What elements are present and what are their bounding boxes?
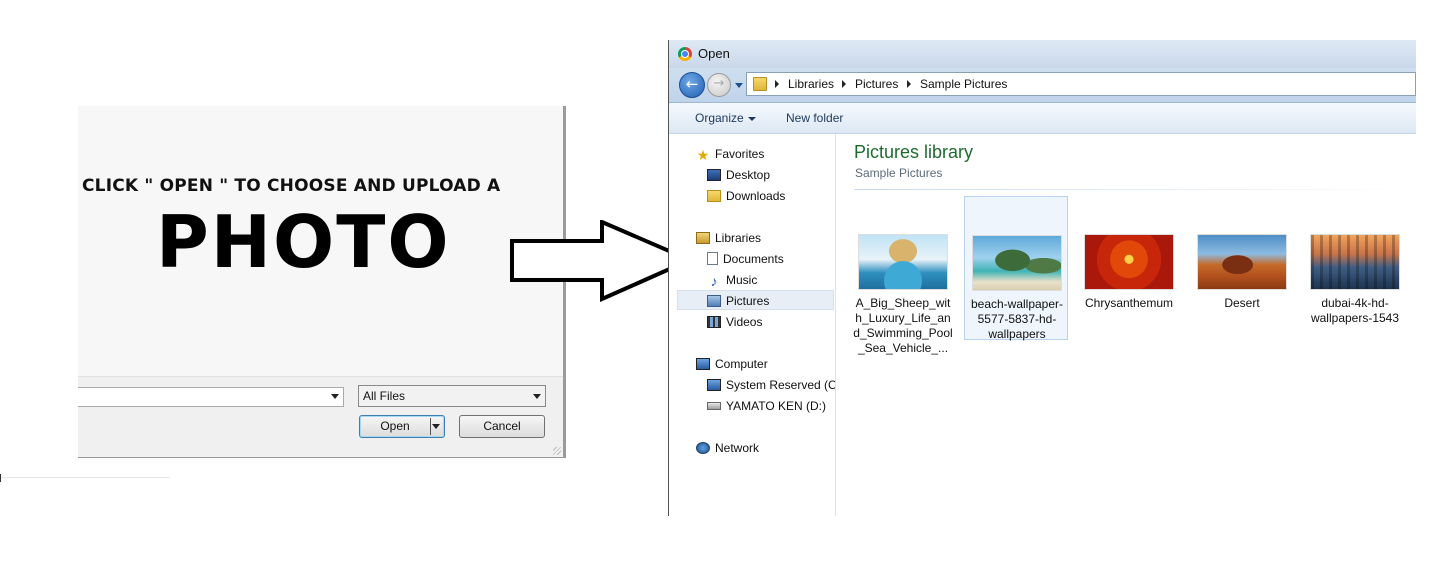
image-thumbnail <box>1084 234 1174 290</box>
nav-label: Documents <box>723 252 784 266</box>
chevron-down-icon[interactable] <box>533 394 541 399</box>
open-button[interactable]: Open <box>359 415 445 438</box>
split-divider <box>430 418 431 435</box>
open-button-label: Open <box>380 419 410 433</box>
nav-documents[interactable]: Documents <box>707 249 784 269</box>
nav-label: Videos <box>726 315 763 329</box>
nav-network[interactable]: Network <box>696 438 759 458</box>
resize-grip[interactable] <box>553 447 561 455</box>
file-tile[interactable]: A_Big_Sheep_with_Luxury_Life_and_Swimmin… <box>851 196 955 355</box>
divider <box>854 189 1416 190</box>
window-title: Open <box>698 46 730 61</box>
pictures-icon <box>707 295 721 307</box>
computer-icon <box>696 358 710 370</box>
image-thumbnail <box>1197 234 1287 290</box>
breadcrumb-separator-icon[interactable] <box>907 80 911 88</box>
nav-label: System Reserved (C: <box>726 378 835 392</box>
nav-label: Pictures <box>726 294 770 308</box>
library-icon <box>696 232 710 244</box>
nav-system-reserved[interactable]: System Reserved (C: <box>707 375 835 395</box>
desktop-icon <box>707 169 721 181</box>
downloads-icon <box>707 190 721 202</box>
star-icon: ★ <box>696 147 710 163</box>
instruction-text: CLICK " OPEN " TO CHOOSE AND UPLOAD A <box>82 176 501 196</box>
document-icon <box>707 252 718 265</box>
divider-tick <box>0 474 5 482</box>
nav-pictures[interactable]: Pictures <box>677 290 834 310</box>
nav-music[interactable]: ♪ Music <box>707 270 758 290</box>
library-subtitle: Sample Pictures <box>855 166 943 180</box>
dialog-footer: All Files Open Cancel <box>78 376 563 457</box>
file-name: Desert <box>1224 296 1260 310</box>
file-name: Chrysanthemum <box>1084 296 1174 310</box>
nav-favorites[interactable]: ★ Favorites <box>696 144 765 164</box>
nav-drive-d[interactable]: YAMATO KEN (D:) <box>707 396 826 416</box>
nav-downloads[interactable]: Downloads <box>707 186 785 206</box>
nav-label: YAMATO KEN (D:) <box>726 399 827 413</box>
file-name: A_Big_Sheep_with_Luxury_Life_and_Swimmin… <box>853 296 953 355</box>
breadcrumb-libraries[interactable]: Libraries <box>788 77 834 91</box>
file-tile[interactable]: Desert <box>1190 196 1294 340</box>
nav-label: Libraries <box>715 231 762 245</box>
breadcrumb-pictures[interactable]: Pictures <box>855 77 898 91</box>
new-folder-button[interactable]: New folder <box>786 111 843 125</box>
drive-icon <box>707 402 721 410</box>
open-file-dialog: Open ← → Libraries Pictures Sample Pictu… <box>668 40 1416 516</box>
file-type-value: All Files <box>363 389 406 403</box>
chrome-icon <box>678 47 692 61</box>
file-name: beach-wallpaper-5577-5837-hd-wallpapers <box>970 297 1064 341</box>
nav-label: Desktop <box>726 168 771 182</box>
image-thumbnail <box>1310 234 1400 290</box>
video-icon <box>707 316 721 328</box>
file-tile[interactable]: dubai-4k-hd-wallpapers-1543 <box>1303 196 1407 340</box>
chevron-down-icon[interactable] <box>331 394 339 399</box>
organize-chevron-down-icon[interactable] <box>748 117 756 121</box>
nav-label: Music <box>726 273 758 287</box>
file-name: dubai-4k-hd-wallpapers-1543 <box>1310 296 1400 325</box>
nav-label: Network <box>715 441 760 455</box>
title-bar: Open <box>669 40 1416 68</box>
cancel-button[interactable]: Cancel <box>459 415 545 438</box>
nav-label: Favorites <box>715 147 765 161</box>
image-thumbnail <box>858 234 948 290</box>
back-arrow-icon[interactable]: ← <box>679 72 705 98</box>
forward-arrow-icon[interactable]: → <box>707 73 731 97</box>
breadcrumb-separator-icon[interactable] <box>775 80 779 88</box>
network-icon <box>696 442 710 454</box>
right-arrow-icon <box>510 220 694 302</box>
organize-button[interactable]: Organize <box>695 111 744 125</box>
upload-instruction-panel: CLICK " OPEN " TO CHOOSE AND UPLOAD A PH… <box>78 106 566 458</box>
instruction-photo-text: PHOTO <box>156 200 451 284</box>
breadcrumb-separator-icon[interactable] <box>842 80 846 88</box>
system-drive-icon <box>707 379 721 391</box>
nav-videos[interactable]: Videos <box>707 312 762 332</box>
music-icon: ♪ <box>710 273 718 289</box>
nav-computer[interactable]: Computer <box>696 354 768 374</box>
file-tile[interactable]: Chrysanthemum <box>1077 196 1181 340</box>
folder-icon <box>753 77 767 91</box>
nav-label: Downloads <box>726 189 786 203</box>
navigation-pane: ★ Favorites Desktop Downloads Libraries D… <box>669 134 836 516</box>
file-tile-selected[interactable]: beach-wallpaper-5577-5837-hd-wallpapers <box>964 196 1068 341</box>
command-toolbar: Organize New folder <box>669 103 1416 134</box>
address-bar[interactable]: Libraries Pictures Sample Pictures <box>746 72 1416 96</box>
navigation-bar: ← → Libraries Pictures Sample Pictures <box>669 68 1416 103</box>
nav-label: Computer <box>715 357 768 371</box>
breadcrumb-sample-pictures[interactable]: Sample Pictures <box>920 77 1007 91</box>
recent-locations-chevron-icon[interactable] <box>735 83 743 88</box>
image-thumbnail <box>972 235 1062 291</box>
file-type-select[interactable]: All Files <box>358 385 546 407</box>
file-view: Pictures library Sample Pictures A_Big_S… <box>836 134 1416 516</box>
library-title: Pictures library <box>854 142 974 162</box>
divider <box>0 477 170 478</box>
nav-libraries[interactable]: Libraries <box>696 228 761 248</box>
nav-desktop[interactable]: Desktop <box>707 165 770 185</box>
open-options-chevron-icon[interactable] <box>432 424 440 429</box>
file-name-field[interactable] <box>78 387 344 407</box>
